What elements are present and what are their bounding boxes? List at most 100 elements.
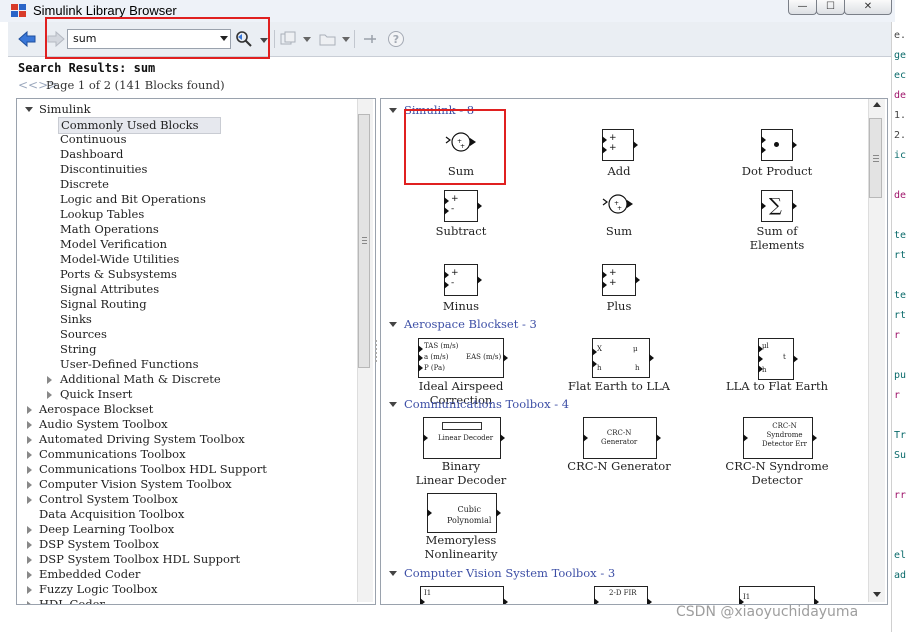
help-icon[interactable]: ? <box>387 30 405 48</box>
binary-linear-decoder-block-icon[interactable]: Linear Decoder <box>423 417 505 459</box>
tree-node-toolbox[interactable]: DSP System Toolbox <box>39 537 159 552</box>
tree-node-simulink[interactable]: Simulink <box>39 102 91 117</box>
plus-block-icon[interactable]: + + <box>602 264 640 296</box>
pin-icon[interactable] <box>361 30 379 48</box>
tree-node-toolbox[interactable]: Data Acquisition Toolbox <box>39 507 184 522</box>
dot-product-block-icon[interactable] <box>761 129 797 161</box>
expand-icon[interactable] <box>27 541 32 549</box>
output-port-icon <box>792 141 797 149</box>
memoryless-nonlinearity-block-icon[interactable]: Cubic Polynomial <box>427 493 501 533</box>
chevron-down-icon[interactable] <box>389 322 397 327</box>
result-group-header[interactable]: Communications Toolbox - 4 <box>389 397 569 411</box>
tree-node[interactable]: String <box>60 342 96 357</box>
port-label: h <box>635 364 640 372</box>
chevron-down-icon[interactable] <box>389 571 397 576</box>
tree-node-toolbox[interactable]: Automated Driving System Toolbox <box>39 432 245 447</box>
tree-node-toolbox[interactable]: Audio System Toolbox <box>39 417 168 432</box>
tree-node[interactable]: Signal Routing <box>60 297 147 312</box>
tree-node-toolbox[interactable]: Communications Toolbox <box>39 447 186 462</box>
input-port-icon <box>427 509 432 517</box>
tree-node-toolbox[interactable]: HDL Coder <box>39 597 105 604</box>
expand-icon[interactable] <box>27 586 32 594</box>
maximize-button[interactable]: ☐ <box>816 0 845 15</box>
expand-icon[interactable] <box>27 556 32 564</box>
input-port-icon <box>418 344 423 353</box>
port-label: a (m/s) <box>424 353 449 361</box>
expand-icon[interactable] <box>47 391 52 399</box>
tree-node[interactable]: Logic and Bit Operations <box>60 192 206 207</box>
block-inner-text: CRC-N Generator <box>601 429 638 446</box>
sum-round-block-icon[interactable]: ++ <box>602 191 636 217</box>
tree-node-toolbox[interactable]: Computer Vision System Toolbox <box>39 477 232 492</box>
tree-node[interactable]: Continuous <box>60 132 126 147</box>
expand-icon[interactable] <box>27 466 32 474</box>
expand-icon[interactable] <box>27 601 32 604</box>
tree-node[interactable]: Discrete <box>60 177 109 192</box>
panel-splitter[interactable] <box>374 340 379 364</box>
expand-icon[interactable] <box>27 436 32 444</box>
results-scrollbar-thumb[interactable] <box>869 118 882 198</box>
vision-block-icon[interactable]: 2-D FIR <box>594 586 652 604</box>
lla-to-flat-earth-block-icon[interactable]: μl h t <box>758 338 798 380</box>
new-model-icon[interactable] <box>278 30 298 48</box>
minimize-button[interactable]: — <box>788 0 817 15</box>
background-code-line: ec <box>894 70 907 81</box>
tree-node-toolbox[interactable]: Fuzzy Logic Toolbox <box>39 582 157 597</box>
tree-node-toolbox[interactable]: Deep Learning Toolbox <box>39 522 174 537</box>
expand-icon[interactable] <box>27 406 32 414</box>
tree-node-toolbox[interactable]: Embedded Coder <box>39 567 140 582</box>
input-port-icon <box>602 146 607 154</box>
tree-node[interactable]: Math Operations <box>60 222 159 237</box>
expand-icon[interactable] <box>27 571 32 579</box>
tree-node[interactable]: Model Verification <box>60 237 167 252</box>
chevron-down-icon[interactable] <box>389 108 397 113</box>
expand-icon[interactable] <box>27 481 32 489</box>
tree-node[interactable]: Sources <box>60 327 107 342</box>
minus-block-icon[interactable]: + - <box>444 264 482 296</box>
expand-collapse-icon[interactable] <box>25 107 33 112</box>
tree-node-toolbox[interactable]: Control System Toolbox <box>39 492 178 507</box>
output-port-icon <box>500 434 505 442</box>
flat-earth-to-lla-block-icon[interactable]: Xh μ h <box>592 338 654 378</box>
tree-node-toolbox[interactable]: Communications Toolbox HDL Support <box>39 462 267 477</box>
expand-icon[interactable] <box>27 526 32 534</box>
ideal-airspeed-block-icon[interactable]: TAS (m/s) a (m/s) P (Pa) EAS (m/s) <box>418 338 508 378</box>
input-port-icon <box>761 146 766 154</box>
back-arrow-icon[interactable] <box>17 30 37 48</box>
tree-node[interactable]: Signal Attributes <box>60 282 159 297</box>
vision-block-icon[interactable]: I1 <box>739 586 819 604</box>
output-port-icon <box>477 276 482 284</box>
chevron-down-icon[interactable] <box>303 37 311 42</box>
expand-icon[interactable] <box>27 496 32 504</box>
tree-node-toolbox[interactable]: DSP System Toolbox HDL Support <box>39 552 240 567</box>
close-button[interactable]: ✕ <box>844 0 892 15</box>
add-block-icon[interactable]: + + <box>602 129 638 161</box>
tree-node[interactable]: Ports & Subsystems <box>60 267 177 282</box>
expand-icon[interactable] <box>27 421 32 429</box>
subtract-block-icon[interactable]: + - <box>444 190 482 222</box>
tree-node[interactable]: Discontinuities <box>60 162 147 177</box>
vision-block-icon[interactable]: I1 <box>420 586 508 604</box>
chevron-down-icon[interactable] <box>389 402 397 407</box>
result-group-label: Communications Toolbox - 4 <box>404 397 570 411</box>
tree-node[interactable]: Quick Insert <box>60 387 132 402</box>
tree-node-toolbox[interactable]: Aerospace Blockset <box>39 402 153 417</box>
expand-icon[interactable] <box>47 376 52 384</box>
sum-of-elements-block-icon[interactable]: ∑ <box>761 190 797 222</box>
tree-node[interactable]: Lookup Tables <box>60 207 144 222</box>
tree-node[interactable]: Model-Wide Utilities <box>60 252 179 267</box>
tree-node[interactable]: Dashboard <box>60 147 123 162</box>
crc-generator-block-icon[interactable]: CRC-N Generator <box>583 417 661 459</box>
tree-node[interactable]: Additional Math & Discrete <box>60 372 221 387</box>
tree-node[interactable]: User-Defined Functions <box>60 357 198 372</box>
expand-icon[interactable] <box>27 451 32 459</box>
tree-scrollbar-thumb[interactable] <box>358 114 370 368</box>
result-group-header[interactable]: Computer Vision System Toolbox - 3 <box>389 566 615 580</box>
tree-node[interactable]: Sinks <box>60 312 92 327</box>
input-port-icon <box>602 281 607 289</box>
crc-syndrome-detector-block-icon[interactable]: CRC-N Syndrome Detector Err <box>743 417 817 459</box>
chevron-down-icon[interactable] <box>342 37 350 42</box>
result-group-header[interactable]: Aerospace Blockset - 3 <box>389 317 537 331</box>
output-port-icon <box>503 354 508 362</box>
open-folder-icon[interactable] <box>318 30 338 48</box>
